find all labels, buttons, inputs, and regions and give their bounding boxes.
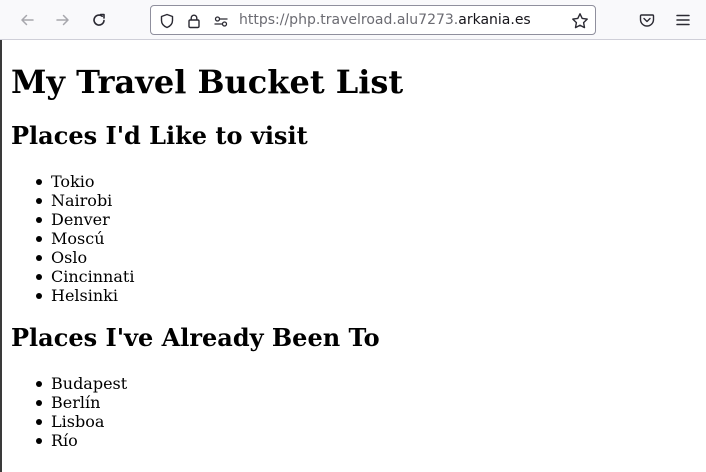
address-bar[interactable]: https://php.travelroad.alu7273.arkania.e… <box>150 5 596 35</box>
permissions-icon[interactable] <box>212 12 230 30</box>
wishlist-heading: Places I'd Like to visit <box>11 121 308 150</box>
wishlist-item: Oslo <box>11 248 134 267</box>
wishlist-item: Moscú <box>11 229 134 248</box>
shield-icon[interactable] <box>158 12 176 30</box>
wishlist-item: Cincinnati <box>11 267 134 286</box>
visited-list: Budapest Berlín Lisboa Río <box>11 374 127 450</box>
wishlist-item: Denver <box>11 210 134 229</box>
pocket-button[interactable] <box>633 6 661 34</box>
wishlist-item: Tokio <box>11 172 134 191</box>
url-host: arkania.es <box>458 12 531 28</box>
lock-icon[interactable] <box>185 12 203 30</box>
forward-button[interactable] <box>49 6 77 34</box>
arrow-left-icon <box>21 14 34 26</box>
menu-button[interactable] <box>669 6 697 34</box>
visited-item: Budapest <box>11 374 127 393</box>
reload-icon <box>93 13 105 26</box>
page-title: My Travel Bucket List <box>11 63 404 101</box>
visited-heading: Places I've Already Been To <box>11 323 380 352</box>
wishlist: Tokio Nairobi Denver Moscú Oslo Cincinna… <box>11 172 134 305</box>
wishlist-item: Helsinki <box>11 286 134 305</box>
url-text[interactable]: https://php.travelroad.alu7273.arkania.e… <box>239 6 531 34</box>
reload-button[interactable] <box>85 6 113 34</box>
wishlist-item: Nairobi <box>11 191 134 210</box>
browser-toolbar: https://php.travelroad.alu7273.arkania.e… <box>0 0 706 40</box>
window-edge <box>0 0 2 472</box>
pocket-icon <box>639 14 655 27</box>
back-button[interactable] <box>13 6 41 34</box>
star-icon[interactable] <box>571 12 589 30</box>
visited-item: Río <box>11 431 127 450</box>
arrow-right-icon <box>56 14 69 26</box>
hamburger-menu-icon <box>676 14 690 26</box>
visited-item: Lisboa <box>11 412 127 431</box>
url-prefix: https://php.travelroad.alu7273. <box>239 12 459 28</box>
visited-item: Berlín <box>11 393 127 412</box>
